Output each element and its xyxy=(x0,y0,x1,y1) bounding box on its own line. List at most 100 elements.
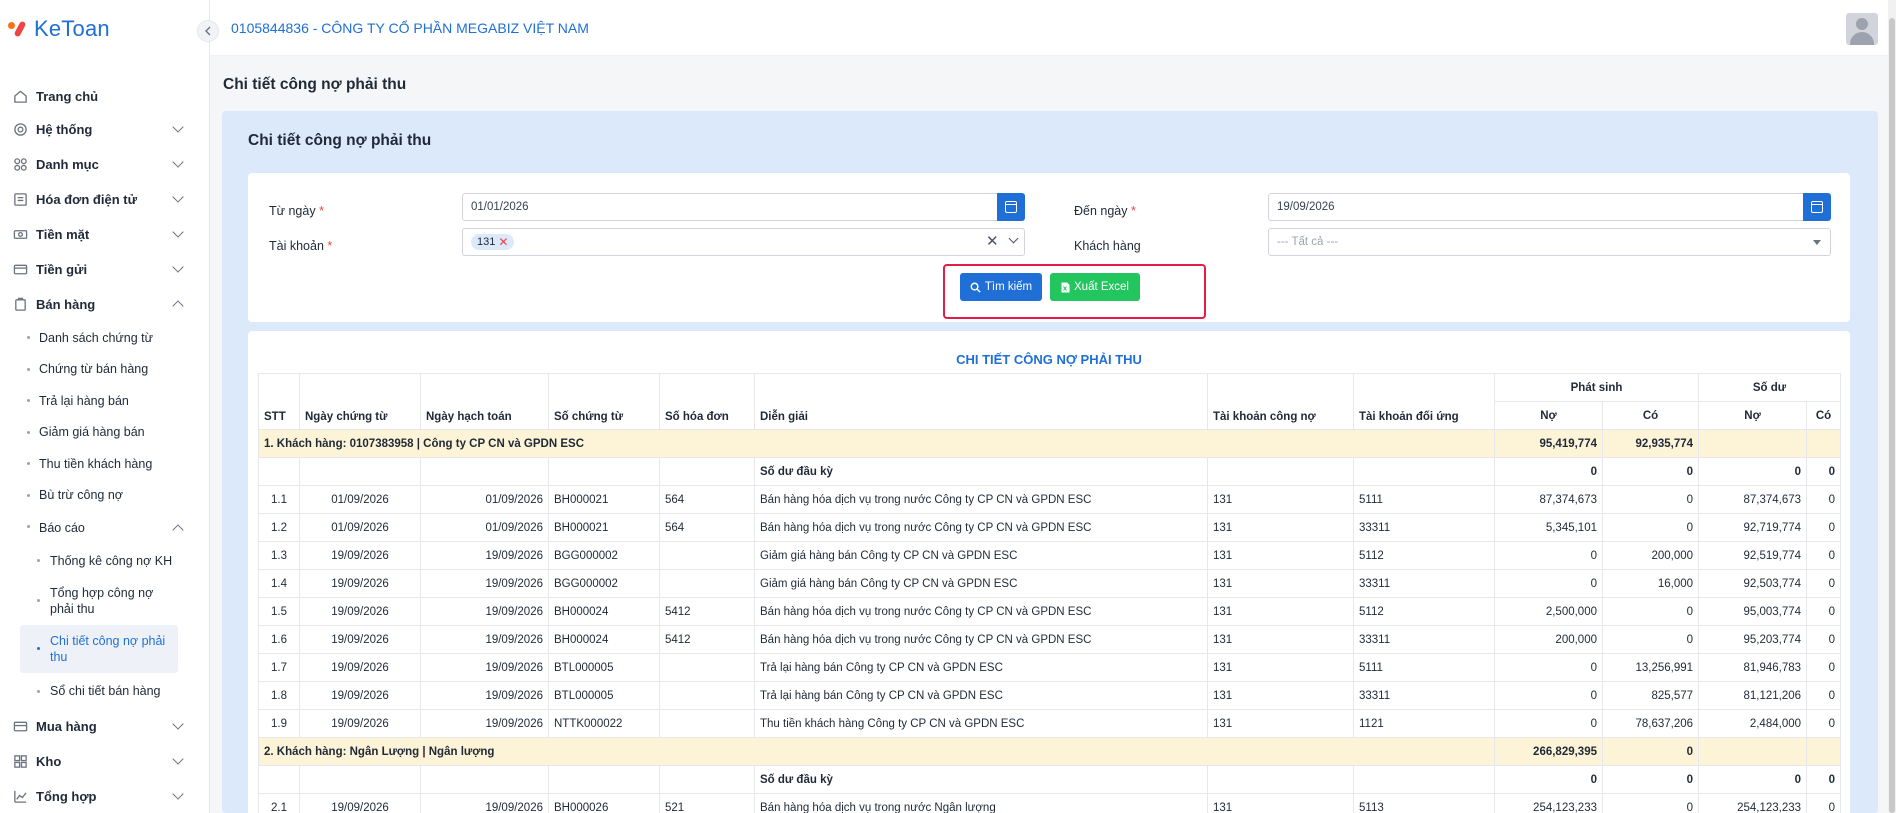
sidebar-subitem-customer-receipt[interactable]: Thu tiền khách hàng xyxy=(0,448,210,480)
sidebar-item-label: Trang chủ xyxy=(36,88,99,104)
sidebar-item-deposit[interactable]: Tiền gửi xyxy=(0,252,210,287)
table-row[interactable]: 1.7 19/09/2026 19/09/2026 BTL000005 Trả lại … xyxy=(258,653,1842,682)
file-excel-icon xyxy=(1061,282,1070,292)
sidebar-report-label: Tổng hợp công nợ phải thu xyxy=(50,585,154,616)
scrollbar-thumb[interactable] xyxy=(1889,18,1895,813)
from-date-calendar-button[interactable] xyxy=(997,193,1025,221)
table-cell: 254,123,233 xyxy=(1494,793,1603,813)
account-select[interactable]: 131 ✕ xyxy=(462,228,1025,256)
account-tag[interactable]: 131 ✕ xyxy=(471,234,515,250)
sidebar-item-purchase[interactable]: Mua hàng xyxy=(0,709,210,744)
from-date-input[interactable]: 01/01/2026 xyxy=(462,193,1005,221)
report-card: CHI TIẾT CÔNG NỢ PHẢI THU STT Ngày chứng… xyxy=(248,331,1850,813)
sidebar-item-catalog[interactable]: Danh mục xyxy=(0,147,210,182)
table-cell: 564 xyxy=(659,513,755,542)
col-voucher-no: Số chứng từ xyxy=(548,373,660,430)
table-cell: 131 xyxy=(1207,681,1354,710)
customer-select[interactable]: --- Tất cả --- xyxy=(1268,228,1831,256)
sidebar-item-sales[interactable]: Bán hàng xyxy=(0,287,210,322)
opening-balance-row: Số dư đầu kỳ 0 0 0 0 xyxy=(258,765,1842,794)
sidebar-report-debt-summary[interactable]: Tổng hợp công nợ phải thu xyxy=(0,577,210,625)
sidebar-item-home[interactable]: Trang chủ xyxy=(0,80,210,112)
table-cell: BH000021 xyxy=(548,485,660,514)
sidebar-item-einvoice[interactable]: Hóa đơn điện tử xyxy=(0,182,210,217)
table-cell: 5111 xyxy=(1353,653,1495,682)
sidebar-item-system[interactable]: Hệ thống xyxy=(0,112,210,147)
table-cell: 5412 xyxy=(659,625,755,654)
table-row[interactable]: 2.1 19/09/2026 19/09/2026 BH000026 521 Bán hà… xyxy=(258,793,1842,813)
col-debt-account: Tài khoản công nợ xyxy=(1207,373,1354,430)
customer-group-row[interactable]: 1. Khách hàng: 0107383958 | Công ty CP C… xyxy=(258,429,1842,458)
export-excel-button[interactable]: Xuất Excel xyxy=(1050,273,1140,301)
table-cell: 5,345,101 xyxy=(1494,513,1603,542)
customer-group-row[interactable]: 2. Khách hàng: Ngân Lượng | Ngân lượng 26… xyxy=(258,737,1842,766)
chevron-up-icon xyxy=(172,524,184,536)
table-cell: 19/09/2026 xyxy=(299,653,421,682)
sidebar-subitem-label: Báo cáo xyxy=(39,521,85,535)
table-cell: 81,946,783 xyxy=(1698,653,1808,682)
invoice-icon xyxy=(12,192,28,208)
table-cell: 5112 xyxy=(1353,541,1495,570)
to-date-calendar-button[interactable] xyxy=(1803,193,1831,221)
sidebar-subitem-sales-voucher[interactable]: Chứng từ bán hàng xyxy=(0,354,210,386)
sidebar-item-warehouse[interactable]: Kho xyxy=(0,744,210,779)
to-date-input[interactable]: 19/09/2026 xyxy=(1268,193,1811,221)
table-cell: 0 xyxy=(1601,485,1700,514)
logo-mark-icon xyxy=(8,18,30,40)
table-row[interactable]: 1.8 19/09/2026 19/09/2026 BTL000005 Trả lại … xyxy=(258,681,1842,710)
opening-balance-label: Số dư đầu kỳ xyxy=(754,765,1208,794)
home-icon xyxy=(12,88,28,104)
table-cell: 825,577 xyxy=(1601,681,1700,710)
table-cell: 131 xyxy=(1207,793,1354,813)
chevron-down-icon xyxy=(172,191,184,203)
table-row[interactable]: 1.6 19/09/2026 19/09/2026 BH000024 5412 Bán h… xyxy=(258,625,1842,654)
table-cell: 5113 xyxy=(1353,793,1495,813)
col-posting-date: Ngày hạch toán xyxy=(420,373,549,430)
table-row[interactable]: 1.3 19/09/2026 19/09/2026 BGG000002 Giảm giá… xyxy=(258,541,1842,570)
table-cell xyxy=(659,569,755,598)
table-cell: 19/09/2026 xyxy=(299,569,421,598)
sidebar-item-label: Tiền mặt xyxy=(36,227,90,242)
table-row[interactable]: 1.5 19/09/2026 19/09/2026 BH000024 5412 Bán h… xyxy=(258,597,1842,626)
sidebar-item-summary[interactable]: Tổng hợp xyxy=(0,779,210,813)
table-row[interactable]: 1.1 01/09/2026 01/09/2026 BH000021 564 Bán hà… xyxy=(258,485,1842,514)
sidebar-subitem-sales-discount[interactable]: Giảm giá hàng bán xyxy=(0,417,210,449)
table-cell xyxy=(659,681,755,710)
search-button[interactable]: Tìm kiếm xyxy=(960,273,1042,301)
sidebar-item-cash[interactable]: Tiền mặt xyxy=(0,217,210,252)
sidebar-report-debt-stats[interactable]: Thống kê công nợ KH xyxy=(0,545,210,577)
sidebar-subitem-sales-return[interactable]: Trả lại hàng bán xyxy=(0,385,210,417)
calendar-icon xyxy=(1005,201,1017,213)
filter-card: Từ ngày * 01/01/2026 Đến ngày * 19/09/20… xyxy=(248,173,1850,322)
sidebar-subitem-debt-offset[interactable]: Bù trừ công nợ xyxy=(0,480,210,512)
chevron-down-icon xyxy=(172,156,184,168)
sidebar: KeToan Trang chủ Hệ thống Danh mục Hóa đ… xyxy=(0,0,210,813)
sidebar-collapse-button[interactable] xyxy=(197,20,219,42)
page-scrollbar[interactable] xyxy=(1888,0,1896,813)
company-name[interactable]: 0105844836 - CÔNG TY CỔ PHẦN MEGABIZ VIỆ… xyxy=(231,20,589,36)
sidebar-subitem-reports[interactable]: Báo cáo xyxy=(0,511,210,545)
avatar[interactable] xyxy=(1846,13,1878,45)
table-cell: 0 xyxy=(1601,793,1700,813)
sidebar-subitem-label: Trả lại hàng bán xyxy=(39,393,129,408)
table-cell: 0 xyxy=(1806,793,1842,813)
table-cell: 19/09/2026 xyxy=(420,709,549,738)
table-cell: 1.6 xyxy=(258,625,300,654)
table-row[interactable]: 1.2 01/09/2026 01/09/2026 BH000021 564 Bán hà… xyxy=(258,513,1842,542)
table-row[interactable]: 1.4 19/09/2026 19/09/2026 BGG000002 Giảm giá… xyxy=(258,569,1842,598)
report-table: STT Ngày chứng từ Ngày hạch toán Số chứn… xyxy=(258,373,1842,813)
group-arising-debit: 266,829,395 xyxy=(1494,737,1603,766)
clear-icon[interactable]: ✕ xyxy=(986,232,999,250)
table-row[interactable]: 1.9 19/09/2026 19/09/2026 NTTK000022 Thu tiề… xyxy=(258,709,1842,738)
chevron-down-icon xyxy=(172,718,184,730)
gear-icon xyxy=(12,122,28,138)
sidebar-subitem-voucher-list[interactable]: Danh sách chứng từ xyxy=(0,322,210,354)
remove-tag-icon[interactable]: ✕ xyxy=(498,235,508,249)
table-cell: 01/09/2026 xyxy=(299,513,421,542)
app-logo[interactable]: KeToan xyxy=(8,14,110,44)
sidebar-report-sales-ledger[interactable]: Sổ chi tiết bán hàng xyxy=(0,676,210,708)
table-cell xyxy=(659,457,755,486)
sidebar-report-debt-detail[interactable]: Chi tiết công nợ phải thu xyxy=(20,624,178,673)
table-cell: 19/09/2026 xyxy=(299,625,421,654)
table-cell: 131 xyxy=(1207,485,1354,514)
